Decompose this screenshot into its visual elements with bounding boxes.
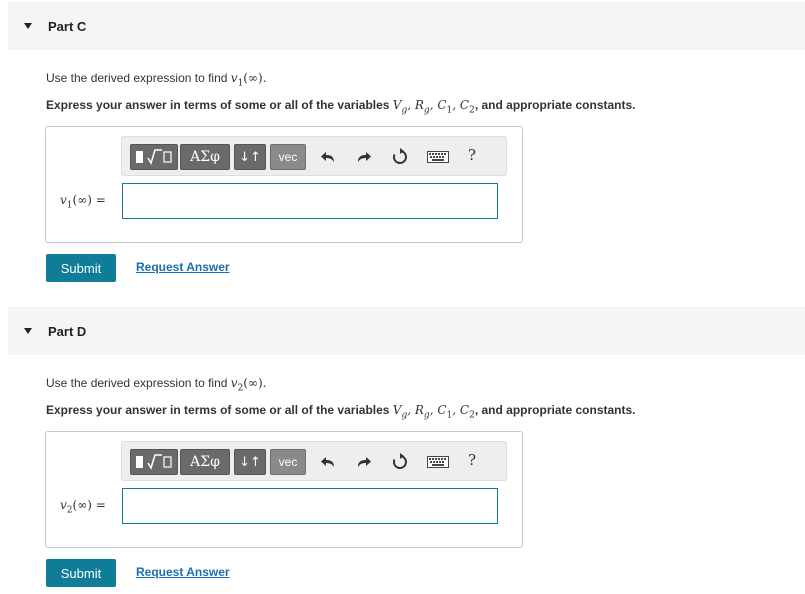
redo-icon [358, 152, 371, 162]
vec-button[interactable]: vec [270, 144, 306, 170]
var-C1: C [437, 403, 447, 417]
keyboard-button[interactable] [425, 452, 451, 472]
templates-icon [136, 454, 172, 470]
vec-icon: vec [278, 455, 298, 469]
templates-icon [136, 149, 172, 165]
express-text: Express your answer in terms of some or … [46, 403, 393, 417]
math-toolbar: ΑΣφ ↓↑ vec ? [121, 136, 507, 176]
reset-button[interactable] [390, 452, 410, 472]
vec-icon: vec [278, 150, 298, 164]
redo-button[interactable] [354, 452, 374, 472]
undo-button[interactable] [318, 147, 338, 167]
var-argument: (∞). [243, 376, 267, 390]
express-instruction: Express your answer in terms of some or … [46, 98, 636, 115]
subscript-superscript-icon: ↓↑ [239, 149, 261, 165]
var-R: R [414, 98, 424, 112]
templates-button[interactable] [130, 144, 178, 170]
answer-label: v1(∞) = [60, 193, 106, 210]
var-symbol: v [230, 71, 238, 85]
var-argument: (∞). [243, 71, 267, 85]
express-suffix: , and appropriate constants. [474, 98, 636, 112]
part-title: Part D [48, 323, 87, 339]
reset-icon [392, 148, 407, 164]
part-c-header[interactable]: Part C [8, 2, 805, 50]
undo-button[interactable] [318, 452, 338, 472]
reset-icon [392, 453, 407, 469]
submit-button[interactable]: Submit [46, 559, 116, 587]
instruction-text: Use the derived expression to find [46, 376, 231, 390]
var-symbol: v [230, 376, 238, 390]
var-C1-sub: 1 [446, 410, 453, 421]
answer-label-rest: (∞) = [72, 193, 106, 207]
math-toolbar: ΑΣφ ↓↑ vec ? [121, 441, 507, 481]
variable-list: Vg, Rg, C1, C2 [392, 403, 475, 421]
answer-box: ΑΣφ ↓↑ vec [45, 431, 523, 548]
express-suffix: , and appropriate constants. [474, 403, 636, 417]
express-instruction: Express your answer in terms of some or … [46, 403, 636, 420]
answer-input[interactable] [122, 488, 498, 524]
var-R-sub: g [423, 410, 430, 421]
request-answer-link[interactable]: Request Answer [136, 565, 230, 579]
instruction-variable: v2(∞). [230, 376, 267, 393]
help-icon[interactable]: ? [468, 146, 476, 164]
answer-var: v [60, 498, 67, 512]
part-instruction: Use the derived expression to find v2(∞)… [46, 376, 266, 393]
collapse-caret-icon[interactable] [24, 328, 32, 334]
instruction-text: Use the derived expression to find [46, 71, 231, 85]
redo-button[interactable] [354, 147, 374, 167]
templates-button[interactable] [130, 449, 178, 475]
answer-input[interactable] [122, 183, 498, 219]
collapse-caret-icon[interactable] [24, 23, 32, 29]
greek-button[interactable]: ΑΣφ [180, 144, 230, 170]
instruction-variable: v1(∞). [230, 71, 267, 88]
subscript-superscript-button[interactable]: ↓↑ [234, 449, 266, 475]
greek-button[interactable]: ΑΣφ [180, 449, 230, 475]
var-V-sub: g [401, 105, 408, 116]
var-C2: C [459, 403, 470, 417]
answer-box: ΑΣφ ↓↑ vec [45, 126, 523, 243]
vec-button[interactable]: vec [270, 449, 306, 475]
request-answer-link[interactable]: Request Answer [136, 260, 230, 274]
answer-var: v [60, 193, 67, 207]
part-title: Part C [48, 18, 87, 34]
answer-label-rest: (∞) = [72, 498, 106, 512]
var-R-sub: g [423, 105, 430, 116]
keyboard-icon [427, 456, 449, 468]
subscript-superscript-button[interactable]: ↓↑ [234, 144, 266, 170]
var-C1: C [437, 98, 447, 112]
subscript-superscript-icon: ↓↑ [239, 454, 261, 470]
var-R: R [414, 403, 424, 417]
var-C1-sub: 1 [446, 105, 453, 116]
undo-icon [321, 152, 334, 162]
help-icon[interactable]: ? [468, 451, 476, 469]
part-instruction: Use the derived expression to find v1(∞)… [46, 71, 266, 88]
variable-list: Vg, Rg, C1, C2 [392, 98, 475, 116]
greek-icon: ΑΣφ [190, 454, 220, 470]
var-C2: C [459, 98, 470, 112]
answer-label: v2(∞) = [60, 498, 106, 515]
var-V-sub: g [401, 410, 408, 421]
keyboard-icon [427, 151, 449, 163]
reset-button[interactable] [390, 147, 410, 167]
undo-icon [321, 457, 334, 467]
part-d-header[interactable]: Part D [8, 307, 805, 355]
greek-icon: ΑΣφ [190, 149, 220, 165]
keyboard-button[interactable] [425, 147, 451, 167]
redo-icon [358, 457, 371, 467]
express-text: Express your answer in terms of some or … [46, 98, 393, 112]
submit-button[interactable]: Submit [46, 254, 116, 282]
